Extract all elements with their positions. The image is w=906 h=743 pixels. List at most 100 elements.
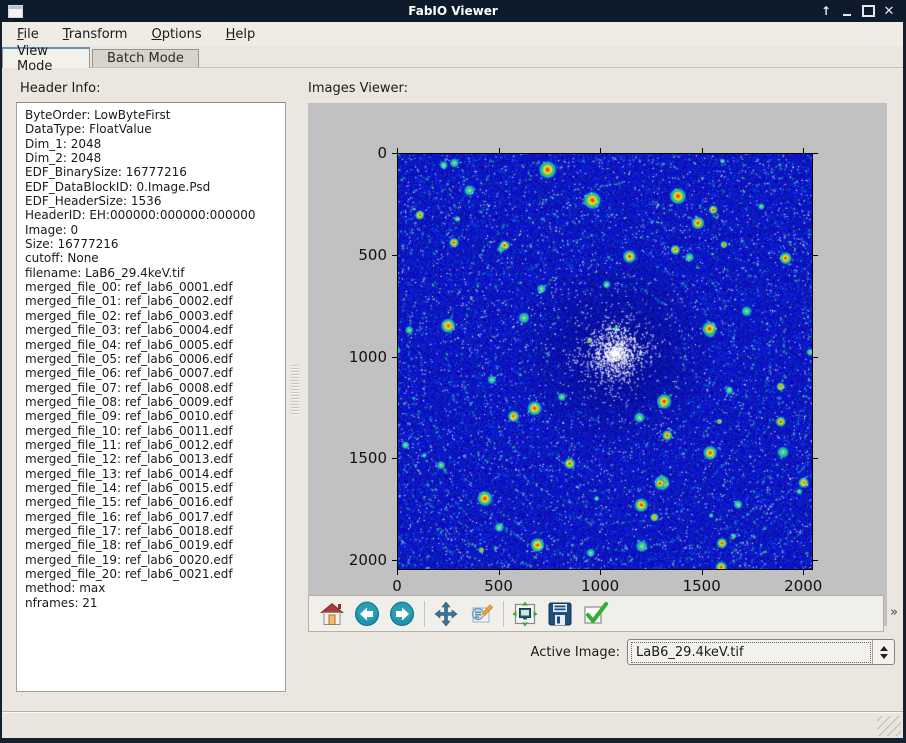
tick-mark bbox=[813, 357, 818, 358]
tick-mark bbox=[702, 148, 703, 153]
tick-mark bbox=[702, 570, 703, 575]
header-line: merged_file_10: ref_lab6_0011.edf bbox=[25, 424, 285, 438]
active-image-value: LaB6_29.4keV.tif bbox=[631, 642, 871, 663]
header-panel: Header Info: ByteOrder: LowByteFirstData… bbox=[2, 68, 288, 711]
fit-window-icon[interactable] bbox=[510, 599, 540, 629]
window-title: FabIO Viewer bbox=[0, 4, 906, 18]
tick-label: 0 bbox=[367, 577, 427, 595]
tick-label: 500 bbox=[327, 246, 387, 264]
header-line: merged_file_08: ref_lab6_0009.edf bbox=[25, 395, 285, 409]
back-icon[interactable] bbox=[352, 599, 382, 629]
maximize-icon[interactable] bbox=[861, 4, 875, 18]
header-line: merged_file_01: ref_lab6_0002.edf bbox=[25, 294, 285, 308]
tick-mark bbox=[392, 458, 397, 459]
title-bar: FabIO Viewer ↑ ✕ bbox=[0, 0, 906, 22]
tick-mark bbox=[600, 148, 601, 153]
header-line: nframes: 21 bbox=[25, 596, 285, 610]
menu-help[interactable]: Help bbox=[217, 24, 265, 45]
header-line: merged_file_17: ref_lab6_0018.edf bbox=[25, 524, 285, 538]
plot-axes[interactable] bbox=[397, 153, 813, 570]
tick-mark bbox=[499, 570, 500, 575]
tick-mark bbox=[397, 148, 398, 153]
panel-splitter[interactable] bbox=[288, 68, 302, 711]
diffraction-image[interactable] bbox=[398, 154, 812, 569]
tick-mark bbox=[813, 255, 818, 256]
header-line: merged_file_18: ref_lab6_0019.edf bbox=[25, 538, 285, 552]
toolbar-overflow-icon[interactable]: » bbox=[890, 605, 898, 620]
header-line: EDF_HeaderSize: 1536 bbox=[25, 194, 285, 208]
menu-file[interactable]: File bbox=[8, 24, 48, 45]
header-line: merged_file_19: ref_lab6_0020.edf bbox=[25, 553, 285, 567]
images-viewer-panel: Images Viewer: 0500100015002000050010001… bbox=[302, 68, 903, 711]
header-line: EDF_DataBlockID: 0.Image.Psd bbox=[25, 180, 285, 194]
tick-label: 2000 bbox=[773, 577, 833, 595]
main-content: Header Info: ByteOrder: LowByteFirstData… bbox=[2, 68, 903, 711]
tab-bar: View Mode Batch Mode bbox=[2, 46, 903, 68]
status-bar bbox=[2, 711, 903, 738]
header-line: ByteOrder: LowByteFirst bbox=[25, 108, 285, 122]
raise-icon[interactable]: ↑ bbox=[819, 4, 833, 18]
header-info-box[interactable]: ByteOrder: LowByteFirstDataType: FloatVa… bbox=[16, 102, 286, 692]
header-line: merged_file_07: ref_lab6_0008.edf bbox=[25, 381, 285, 395]
tick-mark bbox=[813, 458, 818, 459]
header-line: merged_file_15: ref_lab6_0016.edf bbox=[25, 495, 285, 509]
header-line: filename: LaB6_29.4keV.tif bbox=[25, 266, 285, 280]
header-line: merged_file_14: ref_lab6_0015.edf bbox=[25, 481, 285, 495]
tick-mark bbox=[499, 148, 500, 153]
header-info-title: Header Info: bbox=[20, 81, 100, 96]
tick-label: 2000 bbox=[327, 551, 387, 569]
combobox-spinner[interactable] bbox=[872, 640, 894, 664]
header-line: merged_file_00: ref_lab6_0001.edf bbox=[25, 280, 285, 294]
menu-options[interactable]: Options bbox=[142, 24, 210, 45]
close-icon[interactable]: ✕ bbox=[882, 4, 896, 18]
header-line: Dim_1: 2048 bbox=[25, 137, 285, 151]
apply-check-icon[interactable] bbox=[580, 599, 610, 629]
tick-mark bbox=[803, 148, 804, 153]
minimize-icon[interactable] bbox=[840, 4, 854, 18]
tick-label: 500 bbox=[469, 577, 529, 595]
header-line: DataType: FloatValue bbox=[25, 122, 285, 136]
header-line: merged_file_06: ref_lab6_0007.edf bbox=[25, 366, 285, 380]
tick-mark bbox=[813, 560, 818, 561]
header-line: merged_file_13: ref_lab6_0014.edf bbox=[25, 467, 285, 481]
header-line: merged_file_16: ref_lab6_0017.edf bbox=[25, 510, 285, 524]
header-line: merged_file_05: ref_lab6_0006.edf bbox=[25, 352, 285, 366]
home-icon[interactable] bbox=[317, 599, 347, 629]
header-line: merged_file_12: ref_lab6_0013.edf bbox=[25, 452, 285, 466]
figure-canvas[interactable]: 05001000150020000500100015002000 bbox=[308, 103, 887, 626]
tick-label: 1000 bbox=[570, 577, 630, 595]
splitter-grip-icon[interactable] bbox=[291, 365, 299, 415]
spin-down-icon[interactable] bbox=[880, 654, 888, 659]
tick-mark bbox=[392, 357, 397, 358]
pan-icon[interactable] bbox=[431, 599, 461, 629]
tick-mark bbox=[392, 560, 397, 561]
tick-mark bbox=[813, 153, 818, 154]
forward-icon[interactable] bbox=[387, 599, 417, 629]
tick-mark bbox=[600, 570, 601, 575]
header-line: EDF_BinarySize: 16777216 bbox=[25, 165, 285, 179]
tick-label: 0 bbox=[327, 144, 387, 162]
toolbar-separator bbox=[424, 601, 425, 627]
header-line: cutoff: None bbox=[25, 251, 285, 265]
active-image-combobox[interactable]: LaB6_29.4keV.tif bbox=[627, 639, 895, 665]
resize-grip-icon[interactable] bbox=[877, 716, 901, 736]
header-line: merged_file_09: ref_lab6_0010.edf bbox=[25, 409, 285, 423]
menu-transform[interactable]: Transform bbox=[54, 24, 137, 45]
tick-mark bbox=[803, 570, 804, 575]
header-line: Dim_2: 2048 bbox=[25, 151, 285, 165]
tab-view-mode[interactable]: View Mode bbox=[2, 47, 90, 68]
header-line: merged_file_11: ref_lab6_0012.edf bbox=[25, 438, 285, 452]
tick-label: 1500 bbox=[327, 449, 387, 467]
tick-mark bbox=[392, 153, 397, 154]
tick-label: 1500 bbox=[672, 577, 732, 595]
spin-up-icon[interactable] bbox=[880, 646, 888, 651]
active-image-row: Active Image: LaB6_29.4keV.tif bbox=[302, 638, 895, 666]
save-icon[interactable] bbox=[545, 599, 575, 629]
zoom-edit-icon[interactable] bbox=[466, 599, 496, 629]
tab-batch-mode[interactable]: Batch Mode bbox=[92, 49, 199, 68]
header-line: HeaderID: EH:000000:000000:000000 bbox=[25, 208, 285, 222]
app-window: FabIO Viewer ↑ ✕ File Transform Options … bbox=[0, 0, 906, 743]
header-line: method: max bbox=[25, 581, 285, 595]
header-line: merged_file_03: ref_lab6_0004.edf bbox=[25, 323, 285, 337]
header-line: merged_file_20: ref_lab6_0021.edf bbox=[25, 567, 285, 581]
